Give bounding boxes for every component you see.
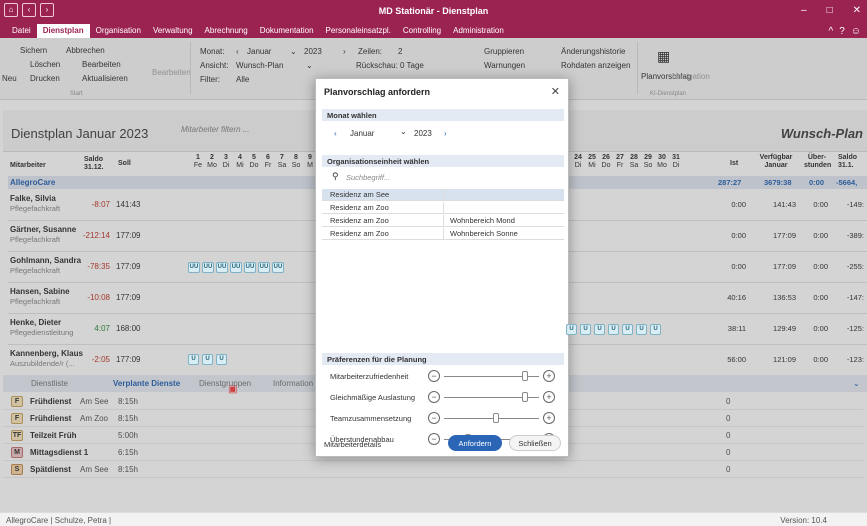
- menu-abrechnung[interactable]: Abrechnung: [199, 24, 254, 38]
- window-controls: – □ ✕: [801, 5, 861, 16]
- pref-slider-knob[interactable]: [493, 413, 500, 423]
- pref-label: Gleichmäßige Auslastung: [330, 393, 416, 402]
- org-unit-name: Residenz am Zoo: [330, 229, 389, 238]
- pref-row: Gleichmäßige Auslastung − +: [322, 390, 564, 406]
- shift-block[interactable]: UU: [202, 262, 214, 273]
- shift-block[interactable]: U: [202, 354, 213, 365]
- org-unit-sub: [443, 202, 450, 214]
- menu-controlling[interactable]: Controlling: [397, 24, 447, 38]
- dialog-month-select[interactable]: Januar: [350, 129, 374, 138]
- collapse-ribbon-icon[interactable]: ^: [829, 26, 834, 37]
- org-unit-row[interactable]: Residenz am Zoo Wohnbereich Mond: [322, 215, 564, 227]
- dialog-month-prev-icon[interactable]: ‹: [334, 129, 337, 138]
- minimize-icon[interactable]: –: [801, 5, 807, 16]
- menu-bar: Datei Dienstplan Organisation Verwaltung…: [0, 24, 867, 38]
- org-unit-name: Residenz am Zoo: [330, 216, 389, 225]
- employee-details-button[interactable]: Mitarbeiterdetails: [324, 440, 381, 449]
- shift-block[interactable]: U: [622, 324, 633, 335]
- menu-verwaltung[interactable]: Verwaltung: [147, 24, 199, 38]
- plus-icon[interactable]: +: [543, 370, 555, 382]
- org-unit-row[interactable]: Residenz am Zoo: [322, 202, 564, 214]
- shift-block[interactable]: U: [594, 324, 605, 335]
- close-button[interactable]: Schließen: [509, 435, 561, 451]
- shift-block[interactable]: U: [566, 324, 577, 335]
- minus-icon[interactable]: −: [428, 433, 440, 445]
- dialog-year-select[interactable]: 2023: [414, 129, 432, 138]
- org-unit-sub: [443, 189, 450, 201]
- request-button[interactable]: Anfordern: [448, 435, 502, 451]
- org-unit-name: Residenz am Zoo: [330, 203, 389, 212]
- status-bar: AllegroCare | Schulze, Petra | Version: …: [0, 512, 867, 526]
- org-unit-row[interactable]: Residenz am See: [322, 189, 564, 201]
- org-search-input[interactable]: Suchbegriff...: [346, 173, 390, 182]
- org-unit-sub: Wohnbereich Sonne: [443, 228, 518, 240]
- month-section-header: Monat wählen: [322, 109, 564, 121]
- title-bar: ⌂ ‹ › MD Stationär - Dienstplan – □ ✕: [0, 0, 867, 24]
- org-section-header: Organisationseinheit wählen: [322, 155, 564, 167]
- pref-label: Teamzusammensetzung: [330, 414, 412, 423]
- shift-block[interactable]: UU: [188, 262, 200, 273]
- pref-label: Mitarbeiterzufriedenheit: [330, 372, 409, 381]
- minus-icon[interactable]: −: [428, 370, 440, 382]
- shift-block[interactable]: U: [580, 324, 591, 335]
- help-icon[interactable]: ?: [839, 26, 845, 37]
- smiley-icon[interactable]: ☺: [851, 26, 861, 37]
- plus-icon[interactable]: +: [543, 391, 555, 403]
- dialog-title: Planvorschlag anfordern: [324, 87, 431, 97]
- shift-block[interactable]: U: [636, 324, 647, 335]
- minus-icon[interactable]: −: [428, 412, 440, 424]
- status-left: AllegroCare | Schulze, Petra |: [6, 516, 112, 525]
- pref-slider-knob[interactable]: [521, 371, 528, 381]
- maximize-icon[interactable]: □: [827, 5, 833, 16]
- close-window-icon[interactable]: ✕: [853, 5, 861, 16]
- menu-dokumentation[interactable]: Dokumentation: [254, 24, 320, 38]
- menu-administration[interactable]: Administration: [447, 24, 510, 38]
- planning-proposal-dialog: Planvorschlag anfordern ✕ Monat wählen ‹…: [315, 78, 569, 457]
- menu-organisation[interactable]: Organisation: [90, 24, 147, 38]
- dialog-month-chevron-icon[interactable]: ⌄: [400, 127, 407, 136]
- pref-slider-knob[interactable]: [521, 392, 528, 402]
- shift-block[interactable]: UU: [230, 262, 242, 273]
- window-title: MD Stationär - Dienstplan: [378, 6, 489, 16]
- pref-row: Mitarbeiterzufriedenheit − +: [322, 369, 564, 385]
- close-icon[interactable]: ✕: [551, 85, 560, 98]
- version-label: Version: 10.4: [780, 516, 827, 525]
- shift-block[interactable]: U: [216, 354, 227, 365]
- shift-block[interactable]: U: [608, 324, 619, 335]
- pref-row: Teamzusammensetzung − +: [322, 411, 564, 427]
- menu-right-icons: ^ ? ☺: [829, 26, 867, 37]
- shift-block[interactable]: UU: [244, 262, 256, 273]
- menu-personaleinsatz[interactable]: Personaleinsatzpl.: [320, 24, 397, 38]
- minus-icon[interactable]: −: [428, 391, 440, 403]
- shift-block[interactable]: UU: [216, 262, 228, 273]
- shift-block[interactable]: U: [188, 354, 199, 365]
- gift-icon: ▣: [228, 384, 238, 395]
- org-unit-name: Residenz am See: [330, 190, 390, 199]
- org-unit-row[interactable]: Residenz am Zoo Wohnbereich Sonne: [322, 228, 564, 240]
- dialog-month-next-icon[interactable]: ›: [444, 129, 447, 138]
- search-icon: ⚲: [332, 171, 339, 181]
- plus-icon[interactable]: +: [543, 412, 555, 424]
- org-unit-sub: Wohnbereich Mond: [443, 215, 515, 227]
- shift-block[interactable]: U: [650, 324, 661, 335]
- menu-datei[interactable]: Datei: [6, 24, 37, 38]
- shift-block[interactable]: UU: [258, 262, 270, 273]
- shift-block[interactable]: UU: [272, 262, 284, 273]
- menu-dienstplan[interactable]: Dienstplan: [36, 24, 90, 38]
- pref-slider-track[interactable]: [444, 418, 539, 419]
- pref-section-header: Präferenzen für die Planung: [322, 353, 564, 365]
